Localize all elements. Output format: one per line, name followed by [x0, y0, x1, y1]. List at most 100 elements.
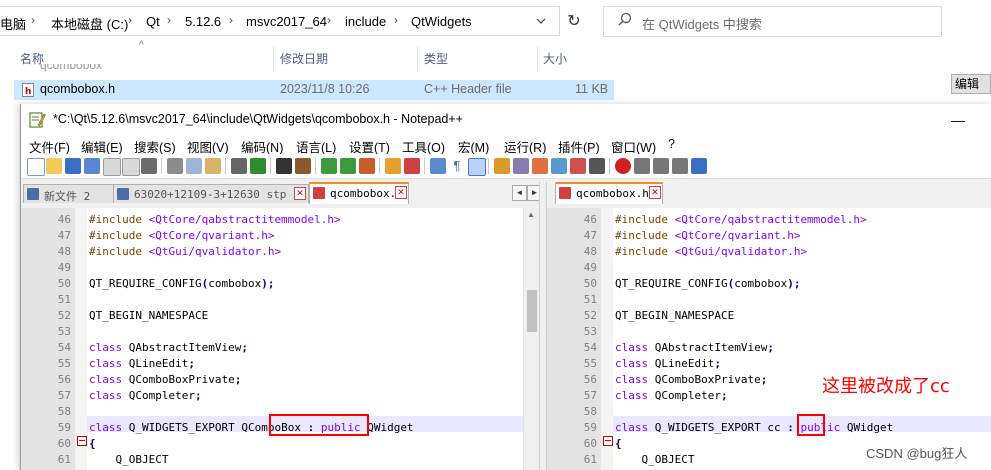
zoom-in-icon[interactable]: [321, 158, 337, 174]
left-vertical-scrollbar[interactable]: ▲: [523, 208, 540, 470]
copy-icon[interactable]: [186, 158, 202, 174]
toolbar: ¶: [21, 154, 991, 179]
code-token: class: [89, 373, 123, 386]
address-bar[interactable]: 电脑 › 本地磁盘 (C:) › Qt › 5.12.6 › msvc2017_…: [0, 6, 560, 36]
left-editor[interactable]: 46 47 48 49 50 51 52 53 54 55 56 57 58 59 60 61 #includ…: [21, 208, 523, 470]
fold-collapse-icon[interactable]: [77, 436, 87, 446]
fold-collapse-icon[interactable]: [603, 436, 613, 446]
play-macro-icon[interactable]: [653, 158, 669, 174]
code-line[interactable]: class QCompleter;: [615, 388, 728, 404]
print-icon[interactable]: [141, 158, 157, 174]
line-number: 48: [583, 245, 597, 258]
paste-icon[interactable]: [205, 158, 221, 174]
tab-scroll-left-icon[interactable]: ◄: [512, 185, 527, 201]
folder-workspace-icon[interactable]: [551, 158, 567, 174]
run-macro-multiple-icon[interactable]: [672, 158, 688, 174]
zoom-out-icon[interactable]: [340, 158, 356, 174]
tab-label: 63020+12109-3+12630 stp: [134, 188, 287, 201]
lang-icon[interactable]: [494, 158, 510, 174]
code-line[interactable]: QT_REQUIRE_CONFIG(combobox);: [89, 276, 274, 292]
open-file-icon[interactable]: [46, 158, 62, 174]
code-line[interactable]: class QLineEdit;: [615, 356, 721, 372]
scrollbar-thumb[interactable]: [527, 290, 537, 332]
code-line[interactable]: QT_BEGIN_NAMESPACE: [615, 308, 734, 324]
eye-icon[interactable]: [589, 158, 605, 174]
view-splitter[interactable]: [539, 182, 547, 470]
code-line[interactable]: class QCompleter;: [89, 388, 202, 404]
breadcrumb-msvc[interactable]: msvc2017_64: [246, 14, 327, 29]
minimize-button[interactable]: —: [951, 112, 971, 128]
cut-icon[interactable]: [167, 158, 183, 174]
save-macro-icon[interactable]: [691, 158, 707, 174]
breadcrumb-qtwidgets[interactable]: QtWidgets: [411, 14, 472, 29]
code-line[interactable]: #include <QtCore/qabstractitemmodel.h>: [615, 212, 867, 228]
code-line[interactable]: class QAbstractItemView;: [89, 340, 248, 356]
tab-qcombobox-left[interactable]: qcombobox.h ✕: [309, 182, 409, 204]
code-line[interactable]: #include <QtGui/qvalidator.h>: [615, 244, 807, 260]
code-line[interactable]: Q_OBJECT: [89, 452, 168, 468]
undo-icon[interactable]: [231, 158, 247, 174]
tab-close-icon[interactable]: ✕: [294, 187, 306, 200]
list-item-selected[interactable]: h qcombobox.h 2023/11/8 10:26 C++ Header…: [14, 80, 614, 100]
code-line[interactable]: class QAbstractItemView;: [615, 340, 774, 356]
save-all-icon[interactable]: [84, 158, 100, 174]
close-all-icon[interactable]: [122, 158, 140, 176]
title-bar[interactable]: *C:\Qt\5.12.6\msvc2017_64\include\QtWidg…: [21, 104, 991, 134]
code-line[interactable]: class QComboBoxPrivate;: [615, 372, 767, 388]
code-line[interactable]: QT_BEGIN_NAMESPACE: [89, 308, 208, 324]
code-line[interactable]: #include <QtCore/qvariant.h>: [89, 228, 274, 244]
monitoring-icon[interactable]: [570, 158, 586, 174]
close-file-icon[interactable]: [103, 158, 121, 176]
indent-guide-icon[interactable]: [468, 158, 486, 176]
breadcrumb-version[interactable]: 5.12.6: [185, 14, 221, 29]
tab-qcombobox-right[interactable]: qcombobox.h ✕: [555, 182, 663, 204]
code-token: QCompleter: [648, 389, 721, 402]
replace-icon[interactable]: [295, 158, 311, 174]
doc-map-icon[interactable]: [513, 158, 529, 174]
breadcrumb-qt[interactable]: Qt: [146, 14, 160, 29]
stop-macro-icon[interactable]: [634, 158, 650, 174]
line-number: 55: [583, 357, 597, 370]
redo-icon[interactable]: [250, 158, 266, 174]
tab-new-file-2[interactable]: 新文件 2: [23, 184, 115, 203]
new-file-icon[interactable]: [27, 158, 45, 176]
record-macro-icon[interactable]: [615, 158, 631, 174]
split-view-icon[interactable]: [404, 158, 420, 174]
code-line[interactable]: #include <QtCore/qabstractitemmodel.h>: [89, 212, 341, 228]
find-icon[interactable]: [276, 158, 292, 174]
code-line[interactable]: {: [615, 436, 622, 452]
breadcrumb-computer[interactable]: 电脑: [0, 14, 26, 33]
right-tab-bar: qcombobox.h ✕: [551, 182, 991, 204]
right-editor[interactable]: 46 47 48 49 50 51 52 53 54 55 56 57 58 59 60 61 #includ…: [547, 208, 991, 470]
wrap-icon[interactable]: [430, 158, 446, 174]
code-line[interactable]: {: [89, 436, 96, 452]
line-number: 60: [57, 437, 71, 450]
code-line[interactable]: #include <QtGui/qvalidator.h>: [89, 244, 281, 260]
breadcrumb-include[interactable]: include: [345, 14, 386, 29]
scroll-up-icon[interactable]: ▲: [527, 210, 535, 219]
code-line[interactable]: class Q_WIDGETS_EXPORT cc : public QWidg…: [615, 420, 893, 436]
code-token: QLineEdit: [648, 357, 715, 370]
function-list-icon[interactable]: [532, 158, 548, 174]
tab-close-icon[interactable]: ✕: [395, 186, 407, 199]
search-input[interactable]: 在 QtWidgets 中搜索: [603, 6, 942, 37]
tab-stp[interactable]: 63020+12109-3+12630 stp ✕: [113, 184, 309, 203]
code-token: <QtGui/qvalidator.h>: [148, 245, 282, 258]
breadcrumb-drive[interactable]: 本地磁盘 (C:): [51, 14, 128, 33]
edit-button[interactable]: 编辑: [951, 74, 991, 94]
menu-help[interactable]: ?: [668, 137, 675, 151]
sync-scroll-icon[interactable]: [359, 158, 375, 174]
refresh-icon[interactable]: ↻: [560, 6, 588, 36]
code-line[interactable]: QT_REQUIRE_CONFIG(combobox);: [615, 276, 800, 292]
code-line[interactable]: #include <QtCore/qvariant.h>: [615, 228, 800, 244]
show-all-chars-icon[interactable]: ¶: [449, 158, 465, 174]
save-icon[interactable]: [65, 158, 81, 174]
code-line[interactable]: Q_OBJECT: [615, 452, 694, 468]
code-line[interactable]: class QComboBoxPrivate;: [89, 372, 241, 388]
code-line[interactable]: class QLineEdit;: [89, 356, 195, 372]
address-dropdown-icon[interactable]: [528, 6, 554, 36]
word-wrap-icon[interactable]: [385, 158, 401, 174]
line-number: 47: [57, 229, 71, 242]
line-number: 56: [57, 373, 71, 386]
tab-close-icon[interactable]: ✕: [649, 186, 661, 199]
